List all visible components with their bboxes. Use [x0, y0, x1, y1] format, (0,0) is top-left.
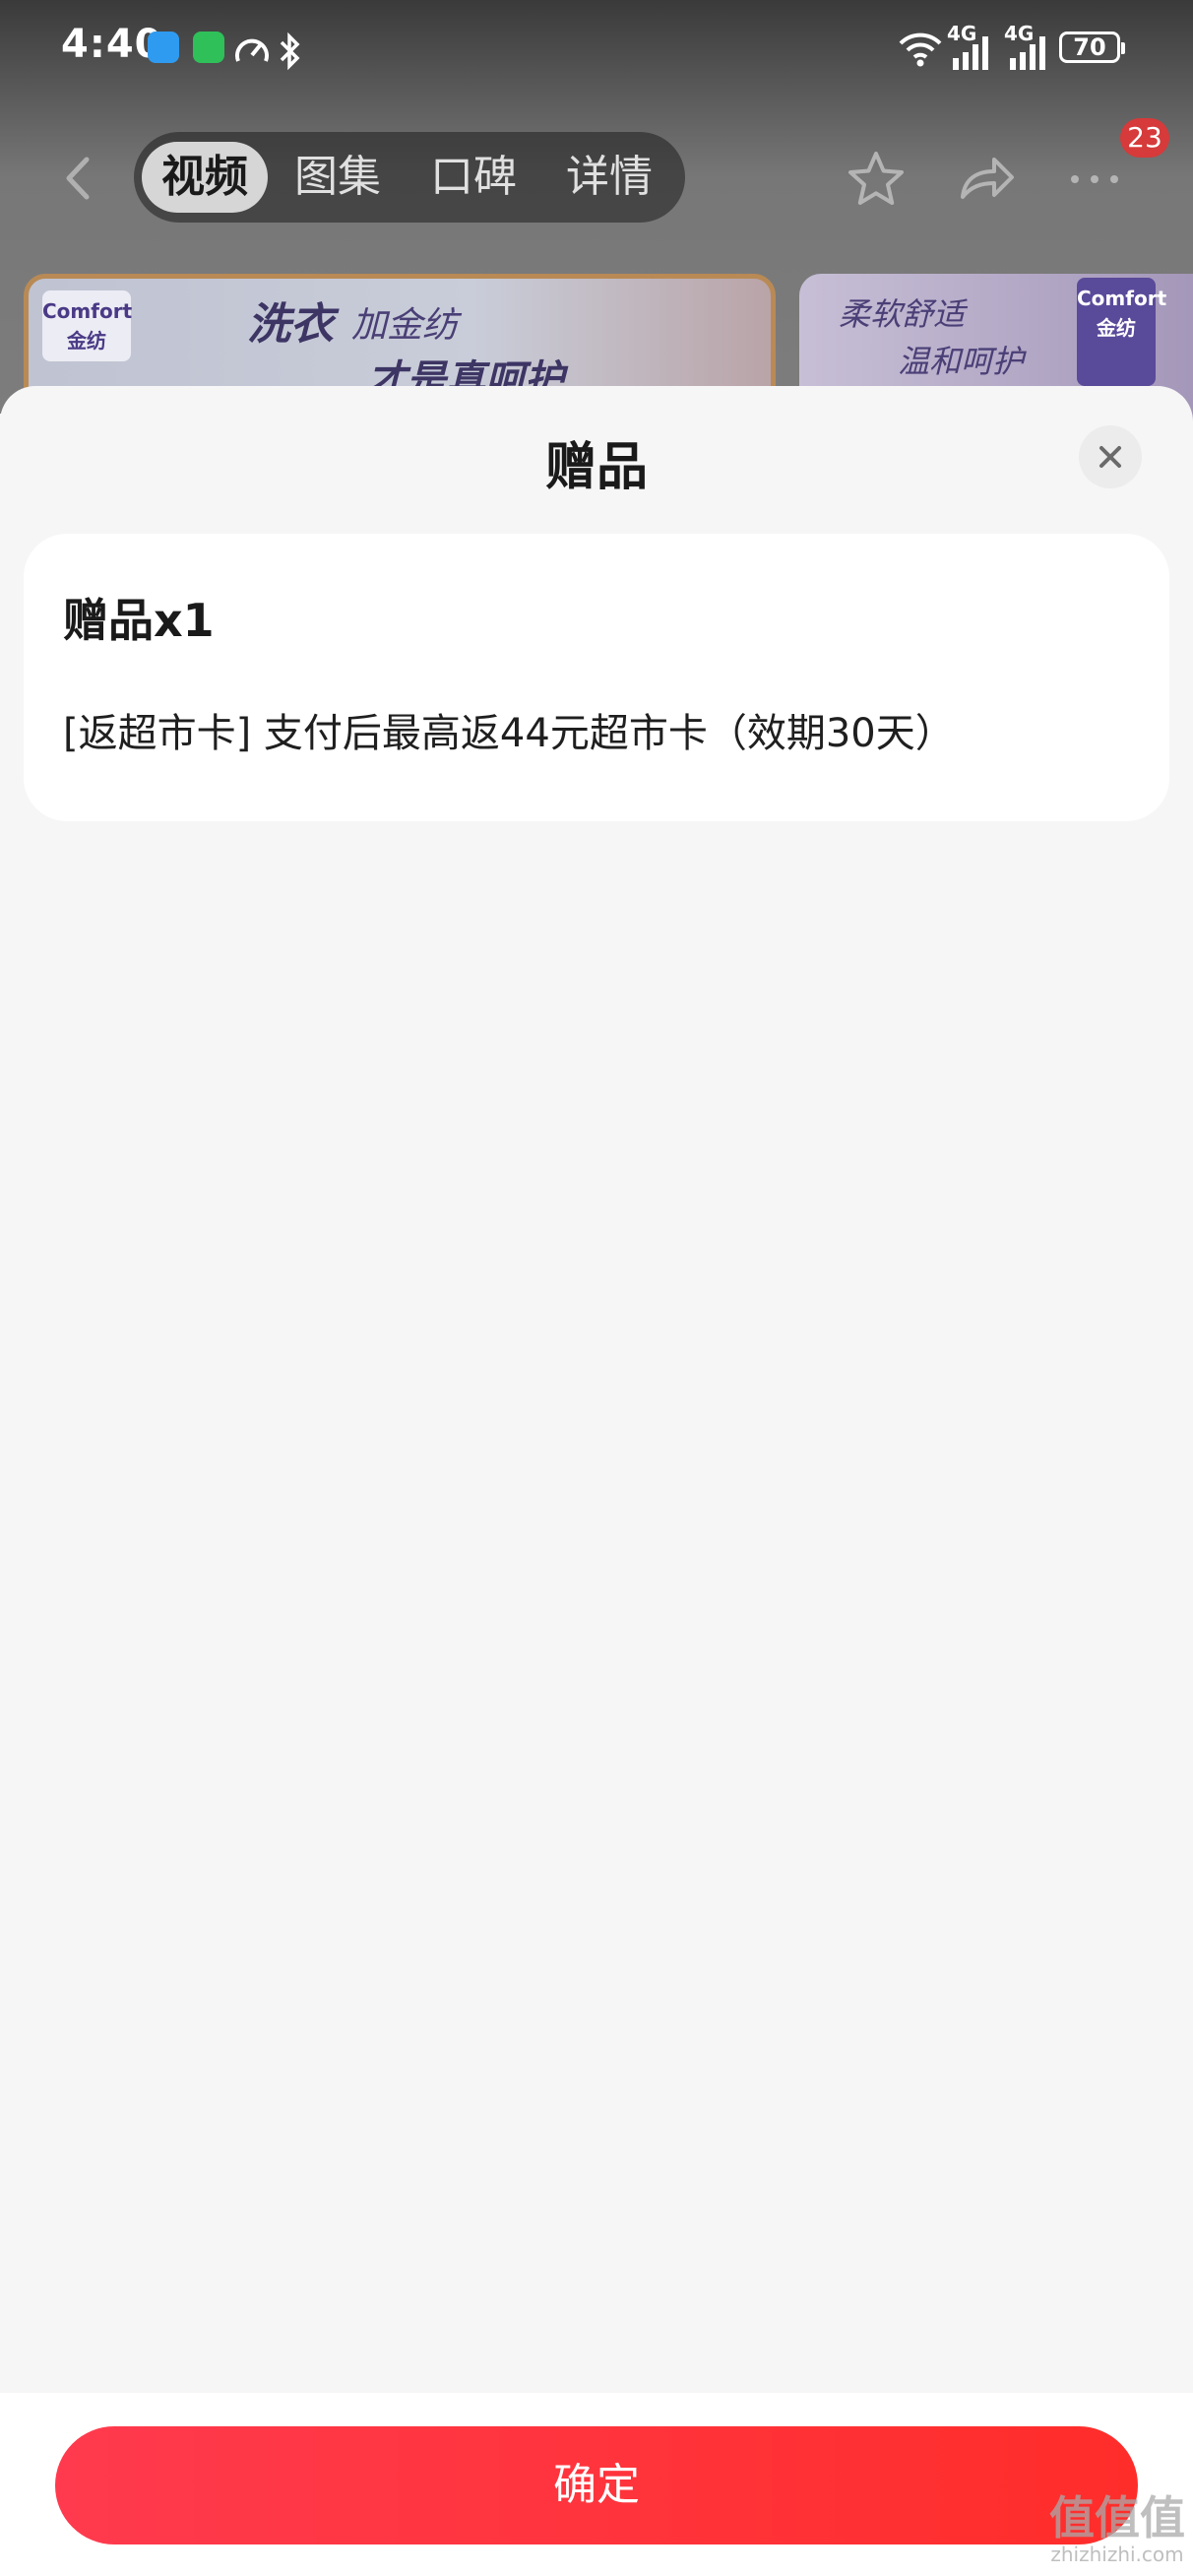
brand-name-cn: 金纺: [1097, 316, 1136, 340]
wechat-icon: [193, 32, 224, 63]
banner-headline-suffix: 加金纺: [351, 305, 459, 346]
battery-indicator: 70: [1059, 32, 1125, 63]
tab-details[interactable]: 详情: [545, 142, 673, 213]
brand-name: Comfort: [1077, 287, 1167, 310]
banner-tagline: 温和呵护: [898, 343, 1025, 380]
watermark-logo: 值值值: [1049, 2491, 1185, 2544]
confirm-button[interactable]: 确定: [55, 2426, 1138, 2544]
comfort-logo: Comfort 金纺: [1077, 278, 1167, 386]
gift-bottom-sheet: 赠品 赠品x1 [返超市卡] 支付后最高返44元超市卡（效期30天）: [0, 386, 1193, 2576]
speed-gauge-icon: [235, 38, 269, 62]
gift-count-label: 赠品x1: [63, 594, 215, 647]
share-arrow-icon[interactable]: [955, 148, 1018, 211]
top-nav-bar: 视频 图集 口碑 详情 23: [0, 118, 1193, 226]
brand-name-cn: 金纺: [67, 329, 106, 353]
gift-card: 赠品x1 [返超市卡] 支付后最高返44元超市卡（效期30天）: [24, 534, 1169, 821]
tab-video[interactable]: 视频: [142, 142, 268, 213]
media-tab-group: 视频 图集 口碑 详情: [134, 132, 685, 223]
banner-headline: 洗衣: [247, 299, 334, 350]
favorite-star-icon[interactable]: [845, 148, 908, 211]
wifi-icon: [899, 32, 942, 67]
site-watermark: 值值值 zhizhizhi.com: [1043, 2493, 1191, 2566]
gift-description: [返超市卡] 支付后最高返44元超市卡（效期30天）: [63, 711, 955, 756]
status-bar: 4:40 4G 4G 70: [0, 0, 1193, 98]
tab-gallery[interactable]: 图集: [274, 142, 402, 213]
bluetooth-icon: [280, 32, 300, 71]
notification-badge: 23: [1120, 118, 1169, 158]
signal-icon: [953, 36, 988, 70]
background-product-page: 4:40 4G 4G 70 视频 图集 口碑 详情 23 Comfort 金纺 …: [0, 0, 1193, 441]
watermark-url: zhizhizhi.com: [1050, 2543, 1184, 2566]
comfort-logo: Comfort 金纺: [42, 290, 133, 361]
tab-reviews[interactable]: 口碑: [409, 142, 537, 213]
more-options-icon[interactable]: [1063, 148, 1126, 211]
back-arrow-icon[interactable]: [55, 154, 104, 203]
banner-tagline: 柔软舒适: [839, 295, 966, 333]
message-app-icon: [148, 32, 179, 63]
signal-icon: [1010, 36, 1045, 70]
close-button[interactable]: [1079, 425, 1142, 488]
brand-name: Comfort: [42, 299, 133, 323]
sheet-footer: 确定: [0, 2393, 1193, 2576]
close-icon: [1099, 446, 1121, 468]
sheet-title: 赠品: [544, 438, 648, 497]
